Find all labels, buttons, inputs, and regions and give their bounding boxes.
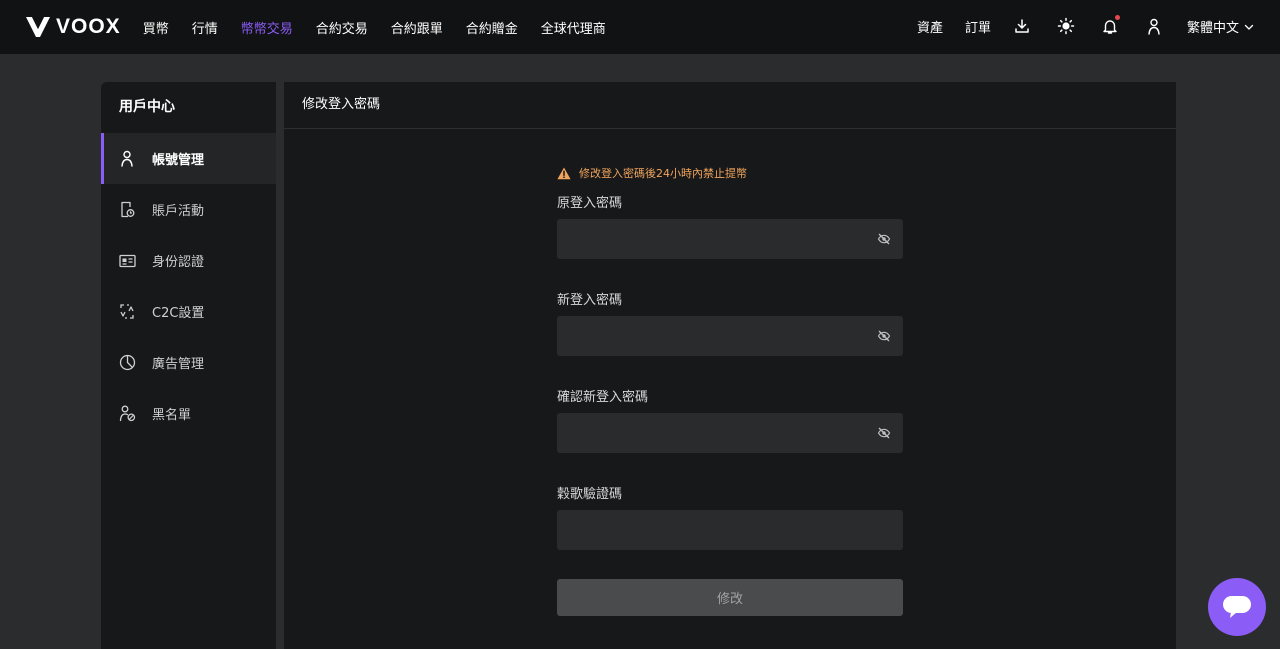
exchange-icon <box>118 303 136 321</box>
chat-bubble-icon <box>1223 596 1251 618</box>
nav-item-copy-trading[interactable]: 合約跟單 <box>391 18 443 37</box>
top-navigation-bar: VOOX 買幣 行情 幣幣交易 合約交易 合約跟單 合約贈金 全球代理商 資產 … <box>0 0 1280 54</box>
confirm-password-input[interactable] <box>557 413 903 453</box>
brand-name: VOOX <box>56 15 121 38</box>
language-label: 繁體中文 <box>1187 21 1240 36</box>
confirm-password-label: 確認新登入密碼 <box>557 390 649 405</box>
brand-logo[interactable]: VOOX <box>25 0 121 54</box>
notification-dot <box>1115 15 1120 20</box>
nav-item-futures-bonus[interactable]: 合約贈金 <box>466 18 518 37</box>
warning-notice: 修改登入密碼後24小時內禁止提幣 <box>557 166 903 180</box>
voox-logo-mark <box>26 17 50 37</box>
old-password-input[interactable] <box>557 219 903 259</box>
eye-off-icon[interactable] <box>877 232 891 246</box>
orders-link[interactable]: 訂單 <box>965 17 991 36</box>
sidebar-item-label: 賬戶活動 <box>152 204 205 219</box>
new-password-field-box <box>557 316 903 356</box>
eye-off-icon[interactable] <box>877 329 891 343</box>
google-code-label: 穀歌驗證碼 <box>557 487 623 502</box>
submit-button[interactable]: 修改 <box>557 579 903 616</box>
support-chat-button[interactable] <box>1208 578 1266 636</box>
activity-doc-icon <box>118 201 136 219</box>
main-nav: 買幣 行情 幣幣交易 合約交易 合約跟單 合約贈金 全球代理商 <box>143 18 629 37</box>
nav-item-spot-trading[interactable]: 幣幣交易 <box>241 18 293 37</box>
eye-off-icon[interactable] <box>877 426 891 440</box>
chevron-down-icon <box>1244 24 1254 30</box>
sidebar-item-c2c-settings[interactable]: C2C設置 <box>101 286 276 337</box>
google-code-field-box <box>557 510 903 550</box>
assets-link[interactable]: 資產 <box>917 17 943 36</box>
user-center-sidebar: 用戶中心 帳號管理 賬戶活動 身份認證 C2C設置 廣告管理 黑名單 <box>101 82 276 649</box>
panel-title: 修改登入密碼 <box>284 82 1176 129</box>
old-password-label: 原登入密碼 <box>557 196 623 211</box>
user-block-icon <box>118 405 136 423</box>
bell-icon[interactable] <box>1099 15 1121 37</box>
sidebar-item-blacklist[interactable]: 黑名單 <box>101 388 276 439</box>
sidebar-item-label: C2C設置 <box>152 306 205 321</box>
sidebar-item-account-management[interactable]: 帳號管理 <box>101 133 276 184</box>
confirm-password-field-box <box>557 413 903 453</box>
sidebar-item-label: 廣告管理 <box>152 357 205 372</box>
pie-chart-icon <box>118 354 136 372</box>
new-password-label: 新登入密碼 <box>557 293 623 308</box>
new-password-input[interactable] <box>557 316 903 356</box>
warning-text: 修改登入密碼後24小時內禁止提幣 <box>579 167 747 180</box>
sidebar-item-label: 黑名單 <box>152 408 192 423</box>
google-code-input[interactable] <box>557 510 903 550</box>
nav-item-markets[interactable]: 行情 <box>192 18 218 37</box>
change-password-form: 修改登入密碼後24小時內禁止提幣 原登入密碼 新登入密碼 確認新登入密碼 穀歌驗… <box>557 166 903 616</box>
nav-item-global-agents[interactable]: 全球代理商 <box>541 18 606 37</box>
nav-item-futures-trading[interactable]: 合約交易 <box>316 18 368 37</box>
old-password-field-box <box>557 219 903 259</box>
change-password-panel: 修改登入密碼 修改登入密碼後24小時內禁止提幣 原登入密碼 新登入密碼 確認新登… <box>284 82 1176 649</box>
id-card-icon <box>118 252 136 270</box>
download-icon[interactable] <box>1011 15 1033 37</box>
user-icon <box>118 150 136 168</box>
sidebar-title: 用戶中心 <box>119 99 175 115</box>
nav-item-buy-crypto[interactable]: 買幣 <box>143 18 169 37</box>
sidebar-item-label: 帳號管理 <box>152 153 205 168</box>
theme-sun-icon[interactable] <box>1055 15 1077 37</box>
language-selector[interactable]: 繁體中文 <box>1187 17 1255 36</box>
sidebar-item-label: 身份認證 <box>152 255 205 270</box>
user-icon[interactable] <box>1143 15 1165 37</box>
sidebar-item-identity-verification[interactable]: 身份認證 <box>101 235 276 286</box>
warning-icon <box>557 167 571 179</box>
sidebar-item-account-activity[interactable]: 賬戶活動 <box>101 184 276 235</box>
sidebar-item-ad-management[interactable]: 廣告管理 <box>101 337 276 388</box>
